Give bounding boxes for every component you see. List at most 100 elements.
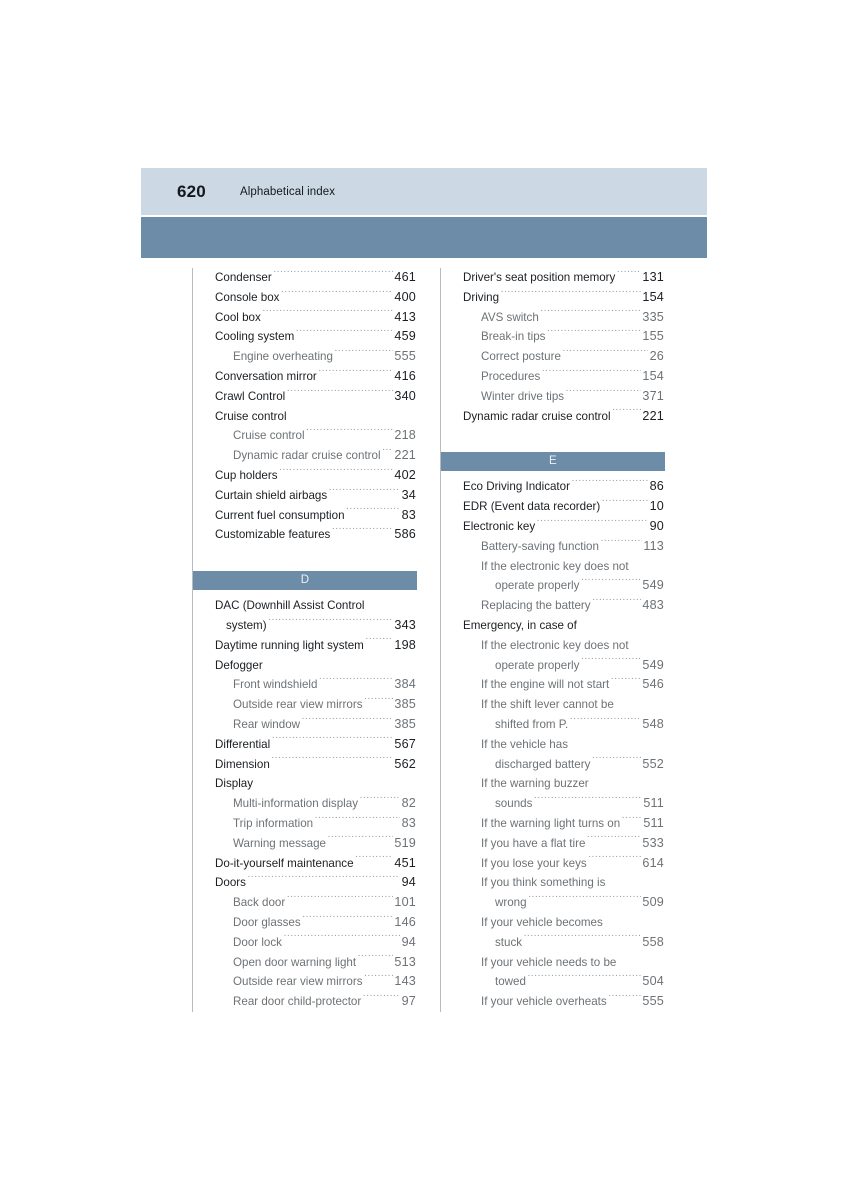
dot-leader bbox=[581, 657, 641, 669]
index-entry[interactable]: Multi-information display 82 bbox=[233, 794, 416, 814]
index-entry-page: 555 bbox=[642, 994, 664, 1009]
index-entry[interactable]: Door lock 94 bbox=[233, 933, 416, 953]
index-entry[interactable]: EDR (Event data recorder) 10 bbox=[463, 497, 664, 517]
index-entry[interactable]: If the vehicle has bbox=[481, 735, 664, 755]
index-entry[interactable]: Procedures 154 bbox=[481, 367, 664, 387]
index-entry[interactable]: Current fuel consumption 83 bbox=[215, 506, 416, 526]
index-entry-label: Do-it-yourself maintenance bbox=[215, 856, 354, 870]
index-entry[interactable]: sounds 511 bbox=[495, 794, 664, 814]
index-entry[interactable]: Dynamic radar cruise control 221 bbox=[463, 407, 664, 427]
index-entry[interactable]: towed 504 bbox=[495, 972, 664, 992]
index-entry[interactable]: Cup holders 402 bbox=[215, 466, 416, 486]
index-entry[interactable]: Differential 567 bbox=[215, 735, 416, 755]
index-entry[interactable]: If the warning light turns on 511 bbox=[481, 814, 664, 834]
index-entry[interactable]: Crawl Control 340 bbox=[215, 387, 416, 407]
index-entry[interactable]: Display bbox=[215, 774, 416, 794]
index-entry[interactable]: Outside rear view mirrors 143 bbox=[233, 972, 416, 992]
index-entry[interactable]: Do-it-yourself maintenance 451 bbox=[215, 854, 416, 874]
index-entry[interactable]: discharged battery 552 bbox=[495, 755, 664, 775]
index-entry-label: Eco Driving Indicator bbox=[463, 480, 570, 494]
index-entry[interactable]: DAC (Downhill Assist Control bbox=[215, 596, 416, 616]
index-entry[interactable]: Electronic key 90 bbox=[463, 517, 664, 537]
index-entry[interactable]: Rear window 385 bbox=[233, 715, 416, 735]
index-entry[interactable]: stuck 558 bbox=[495, 933, 664, 953]
index-entry[interactable]: If the shift lever cannot be bbox=[481, 695, 664, 715]
index-entry[interactable]: Driving 154 bbox=[463, 288, 664, 308]
index-entry[interactable]: Cruise control 218 bbox=[233, 426, 416, 446]
dot-leader bbox=[540, 309, 641, 321]
index-entry-label: If you think something is bbox=[481, 876, 606, 890]
index-entry[interactable]: shifted from P. 548 bbox=[495, 715, 664, 735]
index-entry[interactable]: Eco Driving Indicator 86 bbox=[463, 477, 664, 497]
index-entry-label: sounds bbox=[495, 797, 533, 811]
index-entry-label: Differential bbox=[215, 737, 271, 751]
index-entry-label: If your vehicle becomes bbox=[481, 915, 603, 929]
dot-leader bbox=[537, 518, 648, 530]
index-entry[interactable]: If your vehicle becomes bbox=[481, 913, 664, 933]
dot-leader bbox=[501, 289, 641, 301]
index-entry[interactable]: system) 343 bbox=[226, 616, 416, 636]
index-entry-page: 459 bbox=[394, 329, 416, 344]
index-entry[interactable]: AVS switch 335 bbox=[481, 308, 664, 328]
index-entry[interactable]: Dimension 562 bbox=[215, 755, 416, 775]
index-entry-label: Emergency, in case of bbox=[463, 618, 577, 632]
index-entry[interactable]: If the electronic key does not bbox=[481, 636, 664, 656]
index-entry[interactable]: Trip information 83 bbox=[233, 814, 416, 834]
index-entry[interactable]: Battery-saving function 113 bbox=[481, 537, 664, 557]
index-entry[interactable]: Replacing the battery 483 bbox=[481, 596, 664, 616]
index-entry[interactable]: Door glasses 146 bbox=[233, 913, 416, 933]
index-entry[interactable]: Doors 94 bbox=[215, 873, 416, 893]
index-entry[interactable]: If you lose your keys 614 bbox=[481, 854, 664, 874]
index-entry[interactable]: Warning message 519 bbox=[233, 834, 416, 854]
index-entry[interactable]: If your vehicle needs to be bbox=[481, 953, 664, 973]
index-entry-label: Daytime running light system bbox=[215, 638, 364, 652]
index-entry[interactable]: If you think something is bbox=[481, 873, 664, 893]
index-entry[interactable]: Cooling system 459 bbox=[215, 327, 416, 347]
index-entry-label: If you lose your keys bbox=[481, 856, 587, 870]
index-entry-label: If you have a flat tire bbox=[481, 836, 586, 850]
index-entry-page: 94 bbox=[401, 875, 416, 890]
index-entry-label: Electronic key bbox=[463, 519, 536, 533]
dot-leader bbox=[332, 527, 393, 539]
dot-leader bbox=[617, 269, 641, 281]
index-entry[interactable]: Open door warning light 513 bbox=[233, 953, 416, 973]
dot-leader bbox=[600, 538, 641, 550]
index-entry[interactable]: If the engine will not start 546 bbox=[481, 675, 664, 695]
index-entry-page: 509 bbox=[642, 895, 664, 910]
index-entry-label: wrong bbox=[495, 896, 527, 910]
index-entry-page: 400 bbox=[394, 289, 416, 304]
index-entry[interactable]: Engine overheating 555 bbox=[233, 347, 416, 367]
dot-leader bbox=[608, 994, 641, 1006]
index-entry[interactable]: If you have a flat tire 533 bbox=[481, 834, 664, 854]
index-entry[interactable]: Conversation mirror 416 bbox=[215, 367, 416, 387]
index-entry[interactable]: Customizable features 586 bbox=[215, 525, 416, 545]
index-entry[interactable]: Console box 400 bbox=[215, 288, 416, 308]
index-entry[interactable]: Front windshield 384 bbox=[233, 675, 416, 695]
dot-leader bbox=[268, 617, 393, 629]
index-entry[interactable]: Curtain shield airbags 34 bbox=[215, 486, 416, 506]
index-entry[interactable]: operate properly 549 bbox=[495, 576, 664, 596]
dot-leader bbox=[287, 388, 393, 400]
index-entry-label: Customizable features bbox=[215, 528, 331, 542]
index-entry[interactable]: Back door 101 bbox=[233, 893, 416, 913]
index-entry-label: If the electronic key does not bbox=[481, 559, 629, 573]
index-entry[interactable]: Rear door child-protector 97 bbox=[233, 992, 416, 1012]
index-entry[interactable]: Defogger bbox=[215, 656, 416, 676]
index-entry[interactable]: If the warning buzzer bbox=[481, 774, 664, 794]
index-entry[interactable]: wrong 509 bbox=[495, 893, 664, 913]
index-entry[interactable]: Outside rear view mirrors 385 bbox=[233, 695, 416, 715]
index-entry[interactable]: Emergency, in case of bbox=[463, 616, 664, 636]
index-entry[interactable]: Cool box 413 bbox=[215, 308, 416, 328]
index-entry[interactable]: Condenser 461 bbox=[215, 268, 416, 288]
index-entry[interactable]: Correct posture 26 bbox=[481, 347, 664, 367]
index-entry[interactable]: Break-in tips 155 bbox=[481, 327, 664, 347]
index-entry[interactable]: If the electronic key does not bbox=[481, 557, 664, 577]
index-entry[interactable]: Dynamic radar cruise control 221 bbox=[233, 446, 416, 466]
index-entry[interactable]: Driver's seat position memory 131 bbox=[463, 268, 664, 288]
index-entry[interactable]: operate properly 549 bbox=[495, 656, 664, 676]
index-entry[interactable]: If your vehicle overheats 555 bbox=[481, 992, 664, 1012]
index-entry[interactable]: Daytime running light system 198 bbox=[215, 636, 416, 656]
page-header-accent-band bbox=[141, 217, 707, 258]
index-entry[interactable]: Cruise control bbox=[215, 407, 416, 427]
index-entry[interactable]: Winter drive tips 371 bbox=[481, 387, 664, 407]
